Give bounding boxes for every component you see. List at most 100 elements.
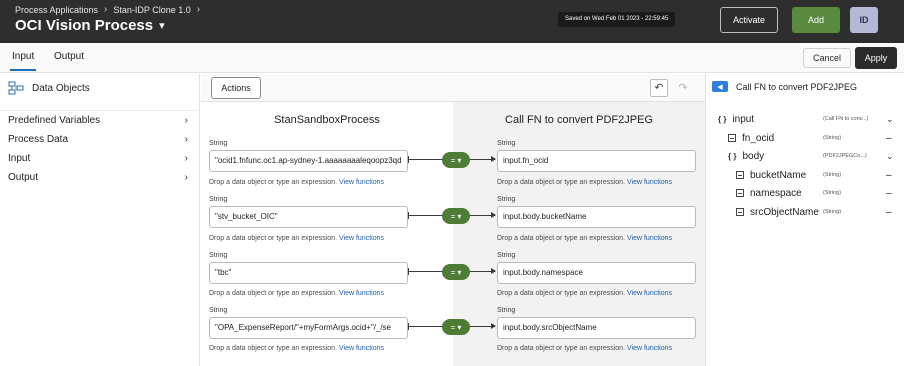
target-field-input[interactable]: input.body.srcObjectName (497, 317, 696, 339)
source-type-label: String (209, 307, 228, 314)
chevron-down-icon: ▾ (457, 211, 462, 221)
sidebar-item-process-data[interactable]: Process Data › (0, 130, 200, 149)
source-expression-input[interactable]: "ocid1.fnfunc.oc1.ap-sydney-1.aaaaaaaale… (209, 150, 408, 172)
tree-node-label: fn_ocid (742, 132, 775, 144)
breadcrumb-separator-icon: › (196, 4, 201, 15)
drop-hint: Drop a data object or type an expression… (497, 235, 672, 242)
view-functions-link[interactable]: View functions (339, 235, 384, 242)
chevron-down-icon: ▾ (457, 267, 462, 277)
avatar[interactable]: ID (850, 7, 878, 33)
view-functions-link[interactable]: View functions (627, 345, 672, 352)
tree-node-label: bucketName (750, 169, 807, 181)
breadcrumb-process-applications[interactable]: Process Applications (15, 5, 98, 15)
sidebar-item-label: Input (8, 153, 31, 164)
target-field-input[interactable]: input.fn_ocid (497, 150, 696, 172)
chevron-down-icon[interactable]: ⌄ (886, 151, 894, 162)
drop-hint-text: Drop a data object or type an expression… (209, 235, 338, 242)
drop-hint: Drop a data object or type an expression… (497, 345, 672, 352)
drop-hint: Drop a data object or type an expression… (209, 235, 384, 242)
mapping-panel: Actions ↶ ↷ StanSandboxProcess Call FN t… (201, 74, 705, 366)
sidebar-item-output[interactable]: Output › (0, 168, 200, 187)
target-tree-panel: ◀ Call FN to convert PDF2JPEG { } input … (705, 74, 904, 366)
chevron-right-icon: › (184, 172, 188, 183)
dash-icon: – (886, 187, 892, 199)
tree-node-label: namespace (750, 187, 802, 199)
source-title: StanSandboxProcess (274, 114, 380, 126)
braces-icon: { } (718, 114, 727, 124)
source-expression-input[interactable]: "tbc" (209, 262, 408, 284)
top-header: Process Applications › Stan-IDP Clone 1.… (0, 0, 904, 43)
braces-icon: { } (728, 151, 737, 161)
tree-node-bucketname[interactable]: bucketName (String) – (736, 166, 904, 184)
drop-hint: Drop a data object or type an expression… (497, 290, 672, 297)
view-functions-link[interactable]: View functions (627, 235, 672, 242)
undo-icon[interactable]: ↶ (650, 79, 668, 97)
mapper-toolbar: Actions ↶ ↷ (201, 74, 705, 102)
target-type-label: String (497, 307, 516, 314)
tree-node-namespace[interactable]: namespace (String) – (736, 184, 904, 202)
view-functions-link[interactable]: View functions (339, 179, 384, 186)
data-objects-title: Data Objects (32, 82, 90, 94)
view-functions-link[interactable]: View functions (627, 179, 672, 186)
drop-hint: Drop a data object or type an expression… (209, 290, 384, 297)
data-objects-list: Predefined Variables › Process Data › In… (0, 110, 200, 187)
sidebar-item-input[interactable]: Input › (0, 149, 200, 168)
drop-hint-text: Drop a data object or type an expression… (209, 290, 338, 297)
chevron-down-icon[interactable]: ⌄ (886, 114, 894, 125)
mapping-operator-button[interactable]: = ▾ (442, 319, 470, 335)
tab-bar: Input Output (0, 43, 904, 73)
chevron-down-icon: ▾ (159, 20, 165, 32)
source-expression-input[interactable]: "OPA_ExpenseReport/"+myFormArgs.ocid+"/_… (209, 317, 408, 339)
mapping-operator-button[interactable]: = ▾ (442, 208, 470, 224)
sidebar-item-label: Predefined Variables (8, 115, 101, 126)
drop-hint: Drop a data object or type an expression… (497, 179, 672, 186)
view-functions-link[interactable]: View functions (339, 290, 384, 297)
tree-node-type: (String) (823, 135, 842, 141)
source-expression-input[interactable]: "stv_bucket_OIC" (209, 206, 408, 228)
equals-icon: = (450, 322, 456, 332)
view-functions-link[interactable]: View functions (339, 345, 384, 352)
mapping-operator-button[interactable]: = ▾ (442, 152, 470, 168)
tree-node-type: (String) (823, 172, 842, 178)
target-type-label: String (497, 252, 516, 259)
drop-hint: Drop a data object or type an expression… (209, 345, 384, 352)
tree-node-body[interactable]: { } body (PDF2JPEGCo...) ⌄ (728, 147, 904, 165)
drop-hint: Drop a data object or type an expression… (209, 179, 384, 186)
string-field-icon (728, 134, 736, 142)
redo-icon: ↷ (678, 82, 688, 94)
drop-hint-text: Drop a data object or type an expression… (209, 345, 338, 352)
breadcrumb-application[interactable]: Stan-IDP Clone 1.0 (113, 5, 190, 15)
tree-node-srcobjectname[interactable]: srcObjectName (String) – (736, 203, 904, 221)
saved-status-badge: Saved on Wed Feb 01 2023 - 22:59:45 (558, 12, 676, 27)
tree-node-input[interactable]: { } input (Call FN to conv...) ⌄ (718, 110, 904, 128)
data-objects-icon (8, 81, 24, 95)
activate-button[interactable]: Activate (720, 7, 778, 33)
sidebar-item-predefined-variables[interactable]: Predefined Variables › (0, 111, 200, 130)
tab-input[interactable]: Input (9, 51, 37, 71)
apply-button[interactable]: Apply (855, 47, 897, 69)
tree-node-fn-ocid[interactable]: fn_ocid (String) – (728, 129, 904, 147)
breadcrumb: Process Applications › Stan-IDP Clone 1.… (15, 4, 200, 15)
process-title[interactable]: OCI Vision Process ▾ (15, 17, 165, 34)
collapse-panel-icon[interactable]: ◀ (712, 81, 728, 92)
drop-hint-text: Drop a data object or type an expression… (497, 290, 626, 297)
target-field-input[interactable]: input.body.bucketName (497, 206, 696, 228)
cancel-button[interactable]: Cancel (803, 48, 851, 68)
target-field-input[interactable]: input.body.namespace (497, 262, 696, 284)
chevron-down-icon: ▾ (457, 322, 462, 332)
mapping-operator-button[interactable]: = ▾ (442, 264, 470, 280)
source-type-label: String (209, 140, 228, 147)
chevron-right-icon: › (184, 153, 188, 164)
target-type-label: String (497, 140, 516, 147)
tree-node-type: (String) (823, 209, 842, 215)
sidebar-item-label: Output (8, 172, 39, 183)
add-button[interactable]: Add (792, 7, 840, 33)
equals-icon: = (450, 155, 456, 165)
equals-icon: = (450, 267, 456, 277)
tree-node-type: (PDF2JPEGCo...) (823, 153, 867, 159)
drop-hint-text: Drop a data object or type an expression… (497, 179, 626, 186)
tab-output[interactable]: Output (54, 51, 84, 62)
view-functions-link[interactable]: View functions (627, 290, 672, 297)
tree-node-label: srcObjectName (750, 206, 819, 218)
actions-button[interactable]: Actions (211, 77, 261, 99)
